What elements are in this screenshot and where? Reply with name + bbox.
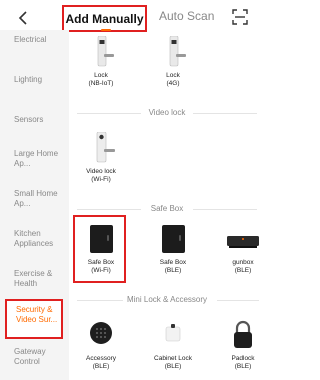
sidebar-item-label: Small Home Ap... [14, 189, 58, 208]
section-header-video-lock: Video lock [69, 107, 265, 119]
sidebar-item-label: Gateway Control [14, 347, 46, 366]
sidebar-item-label: Lighting [14, 75, 43, 84]
smart-lock-icon [73, 35, 129, 70]
chevron-left-icon [18, 11, 27, 25]
sidebar-item-sensors[interactable]: Sensors [0, 115, 69, 125]
smart-lock-icon [145, 35, 201, 70]
scan-button[interactable] [232, 9, 248, 25]
device-name: Safe Box [87, 259, 115, 266]
sidebar-item-security-video[interactable]: Security & Video Sur... [5, 299, 63, 339]
device-lock-4g[interactable]: Lock (4G) [145, 35, 201, 88]
device-safe-box-wifi[interactable]: Safe Box (Wi-Fi) [73, 223, 129, 275]
device-connectivity: (BLE) [164, 363, 182, 370]
safe-box-icon [145, 223, 201, 257]
device-connectivity: (Wi-Fi) [91, 176, 111, 183]
sidebar-item-label: Kitchen Appliances [14, 229, 54, 248]
device-gunbox-ble[interactable]: gunbox (BLE) [215, 223, 271, 275]
keypad-icon [73, 319, 129, 353]
device-name: Safe Box [159, 259, 187, 266]
device-name: Accessory [86, 355, 116, 362]
active-tab-indicator [101, 29, 111, 31]
device-connectivity: (NB-IoT) [88, 80, 114, 87]
sidebar-item-label: Large Home Ap... [14, 149, 59, 168]
divider [193, 113, 257, 114]
device-accessory-ble[interactable]: Accessory (BLE) [73, 319, 129, 371]
divider [217, 300, 259, 301]
tab-add-manually[interactable]: Add Manually [62, 5, 147, 32]
section-header-mini-lock-accessory: Mini Lock & Accessory [69, 294, 265, 306]
device-safe-box-ble[interactable]: Safe Box (BLE) [145, 223, 201, 275]
device-name: Lock [166, 72, 180, 79]
device-name: gunbox [232, 259, 254, 266]
section-header-safe-box: Safe Box [69, 203, 265, 215]
back-button[interactable] [14, 6, 32, 28]
sidebar-item-lighting[interactable]: Lighting [0, 75, 69, 85]
sidebar-item-label: Sensors [14, 115, 44, 124]
device-list: Lock (NB-IoT) Lock (4G) Video lock Video… [69, 35, 265, 380]
sidebar-item-small-home-appliances[interactable]: Small Home Ap... [0, 189, 60, 209]
sidebar-item-large-home-appliances[interactable]: Large Home Ap... [0, 149, 60, 169]
gunbox-icon [215, 223, 271, 257]
device-connectivity: (BLE) [234, 267, 252, 274]
device-connectivity: (BLE) [164, 267, 182, 274]
scan-icon [232, 9, 248, 25]
device-connectivity: (BLE) [92, 363, 110, 370]
device-name: Video lock [86, 168, 116, 175]
device-name: Padlock [231, 355, 255, 362]
device-lock-nb-iot[interactable]: Lock (NB-IoT) [73, 35, 129, 88]
divider [193, 209, 257, 210]
sidebar-item-gateway-control[interactable]: Gateway Control [0, 347, 60, 367]
sidebar-item-electrical[interactable]: Electrical [0, 35, 69, 45]
tab-auto-scan-label: Auto Scan [159, 9, 215, 23]
device-padlock-ble[interactable]: Padlock (BLE) [215, 319, 271, 371]
tab-add-manually-label: Add Manually [65, 12, 144, 26]
device-video-lock-wifi[interactable]: Video lock (Wi-Fi) [73, 131, 129, 184]
sidebar-item-label: Electrical [14, 35, 47, 44]
cabinet-lock-icon [145, 319, 201, 353]
tab-auto-scan[interactable]: Auto Scan [159, 8, 214, 24]
device-connectivity: (Wi-Fi) [91, 267, 111, 274]
sidebar-item-kitchen-appliances[interactable]: Kitchen Appliances [0, 229, 62, 249]
safe-box-icon [73, 223, 129, 257]
device-name: Lock [94, 72, 108, 79]
device-connectivity: (BLE) [234, 363, 252, 370]
device-name: Cabinet Lock [154, 355, 192, 362]
sidebar-item-label: Security & Video Sur... [16, 305, 58, 324]
device-connectivity: (4G) [166, 80, 180, 87]
device-cabinet-lock-ble[interactable]: Cabinet Lock (BLE) [145, 319, 201, 371]
padlock-icon [215, 319, 271, 353]
category-sidebar: Electrical Lighting Sensors Large Home A… [0, 30, 69, 380]
sidebar-item-label: Exercise & Health [14, 269, 53, 288]
sidebar-item-exercise-health[interactable]: Exercise & Health [0, 269, 60, 289]
video-lock-icon [73, 131, 129, 166]
